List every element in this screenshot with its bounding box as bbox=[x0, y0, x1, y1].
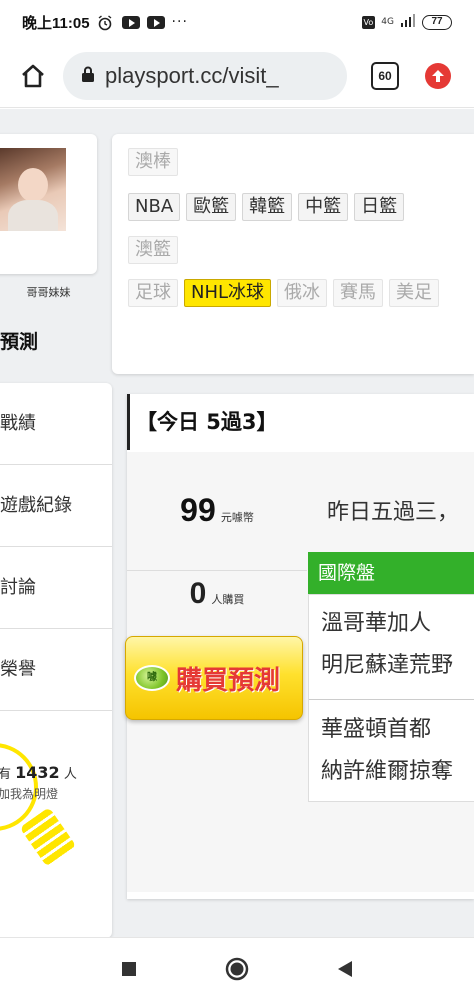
price-value: 99 bbox=[180, 492, 216, 528]
sport-row-2: NBA 歐籃 韓籃 中籃 日籃 bbox=[128, 193, 405, 221]
fans-count-line: 有 1432 人 bbox=[0, 763, 77, 782]
lock-icon bbox=[81, 65, 95, 87]
arrow-up-icon bbox=[432, 69, 444, 82]
sport-tag[interactable]: 日籃 bbox=[354, 193, 405, 221]
more-notifications-icon: ··· bbox=[171, 14, 188, 30]
youtube-notification-icon bbox=[121, 15, 140, 29]
recents-button[interactable] bbox=[116, 956, 142, 982]
home-icon bbox=[22, 64, 44, 87]
url-text: playsport.cc/visit_ bbox=[105, 62, 279, 88]
home-nav-button[interactable] bbox=[224, 956, 250, 982]
buyers-count: 0 bbox=[189, 577, 207, 610]
back-triangle-icon bbox=[338, 961, 352, 977]
youtube-notification-icon-2 bbox=[146, 15, 165, 29]
sport-tag[interactable]: 俄冰 bbox=[277, 279, 328, 307]
home-button[interactable] bbox=[13, 56, 53, 96]
menu-item-discussion[interactable]: 討論 bbox=[0, 547, 112, 629]
fans-count: 1432 bbox=[15, 763, 60, 782]
sport-tag[interactable]: 歐籃 bbox=[186, 193, 237, 221]
system-nav-bar bbox=[0, 937, 474, 1000]
sport-tag[interactable]: 韓籃 bbox=[242, 193, 293, 221]
avatar[interactable] bbox=[0, 148, 66, 231]
sport-tag[interactable]: 足球 bbox=[128, 279, 178, 307]
battery-icon: 77 bbox=[422, 14, 452, 30]
circle-icon bbox=[225, 957, 249, 981]
browser-toolbar: playsport.cc/visit_ 60 bbox=[0, 44, 474, 108]
status-time: 晚上11:05 bbox=[22, 14, 90, 32]
volte-icon: Vo bbox=[361, 15, 376, 29]
buyers-unit: 人購買 bbox=[211, 593, 245, 606]
divider bbox=[127, 570, 307, 571]
buy-prediction-button[interactable]: 噱 購買預測 bbox=[125, 636, 303, 720]
tab-switcher-button[interactable]: 60 bbox=[371, 61, 399, 90]
profile-name: 哥哥妹妹 bbox=[26, 286, 71, 299]
sport-row-3: 澳籃 bbox=[128, 236, 178, 264]
address-bar[interactable]: playsport.cc/visit_ bbox=[63, 51, 347, 100]
sport-tag[interactable]: NBA bbox=[128, 193, 181, 221]
lightbulb-base-icon bbox=[19, 807, 77, 867]
update-button[interactable] bbox=[425, 62, 451, 89]
game-team: 溫哥華加人 bbox=[321, 611, 432, 636]
section-title: 預測 bbox=[0, 331, 39, 353]
game-team: 華盛頓首都 bbox=[321, 717, 432, 742]
price-box: 99 元噱幣 bbox=[127, 492, 307, 562]
menu-item-game-log[interactable]: 遊戲紀錄 bbox=[0, 465, 112, 547]
sport-tag[interactable]: 澳棒 bbox=[128, 148, 178, 176]
price-unit: 元噱幣 bbox=[220, 511, 254, 524]
back-button[interactable] bbox=[332, 956, 358, 982]
side-menu: 戰績 遊戲紀錄 討論 榮譽 有 1432 人 加我為明燈 bbox=[0, 383, 112, 937]
menu-item-record[interactable]: 戰績 bbox=[0, 383, 112, 465]
profile-card[interactable]: 哥哥妹妹 bbox=[0, 134, 97, 299]
game-divider bbox=[309, 699, 474, 700]
fans-label: 加我為明燈 bbox=[0, 787, 59, 801]
page-content: 哥哥妹妹 澳棒 NBA 歐籃 韓籃 中籃 日籃 澳籃 足球 NHL冰球 俄冰 賽… bbox=[0, 109, 474, 937]
sport-row-4: 足球 NHL冰球 俄冰 賽馬 美足 bbox=[128, 279, 440, 307]
market-header: 國際盤 bbox=[308, 552, 474, 594]
sport-tag[interactable]: 澳籃 bbox=[128, 236, 178, 264]
buy-prediction-label: 購買預測 bbox=[176, 665, 281, 696]
sports-panel: 澳棒 NBA 歐籃 韓籃 中籃 日籃 澳籃 足球 NHL冰球 俄冰 賽馬 美足 bbox=[112, 134, 474, 374]
coin-icon: 噱 bbox=[134, 665, 170, 691]
network-type: 4G bbox=[381, 17, 394, 27]
sport-tag[interactable]: 美足 bbox=[389, 279, 440, 307]
game-team: 納許維爾掠奪 bbox=[321, 759, 454, 784]
alarm-icon bbox=[97, 15, 115, 31]
buyers-box: 0 人購買 bbox=[127, 577, 307, 617]
games-list: 溫哥華加人 明尼蘇達荒野 華盛頓首都 納許維爾掠奪 bbox=[308, 594, 474, 802]
menu-item-honor[interactable]: 榮譽 bbox=[0, 629, 112, 711]
yesterday-result: 昨日五過三， bbox=[327, 500, 460, 525]
sport-row-1: 澳棒 bbox=[128, 148, 178, 176]
prediction-title: 【今日 5過3】 bbox=[127, 394, 474, 450]
sport-tag-active[interactable]: NHL冰球 bbox=[184, 279, 272, 307]
sport-tag[interactable]: 賽馬 bbox=[333, 279, 384, 307]
game-team: 明尼蘇達荒野 bbox=[321, 653, 454, 678]
square-icon bbox=[122, 962, 136, 976]
sport-tag[interactable]: 中籃 bbox=[298, 193, 349, 221]
status-bar: 晚上11:05 ··· Vo 4G 77 bbox=[0, 0, 474, 44]
signal-icon bbox=[400, 13, 416, 31]
